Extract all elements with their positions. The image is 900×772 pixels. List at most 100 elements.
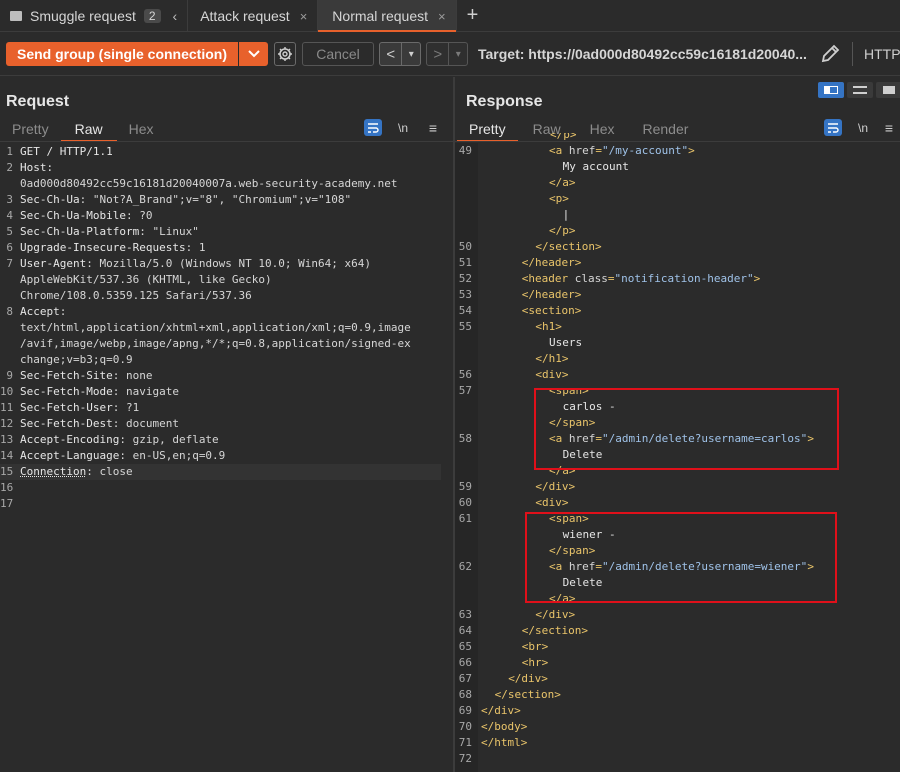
- response-title: Response: [466, 93, 543, 110]
- line-text: <header class="notification-header">: [521, 272, 761, 285]
- response-line[interactable]: 70 </body>: [455, 719, 900, 735]
- request-line[interactable]: /avif,image/webp,image/apng,*/*;q=0.8,ap…: [0, 336, 441, 352]
- request-line[interactable]: AppleWebKit/537.36 (KHTML, like Gecko): [0, 272, 441, 288]
- tab-normal-request[interactable]: Normal request ×: [318, 0, 457, 32]
- response-line[interactable]: 51 </header>: [455, 255, 900, 271]
- request-line[interactable]: 4 Sec-Ch-Ua-Mobile: ?0: [0, 208, 441, 224]
- request-line[interactable]: 5 Sec-Ch-Ua-Platform: "Linux": [0, 224, 441, 240]
- close-icon[interactable]: ×: [300, 9, 308, 24]
- request-line[interactable]: 12 Sec-Fetch-Dest: document: [0, 416, 441, 432]
- response-line[interactable]: 56 <div>: [455, 367, 900, 383]
- request-line[interactable]: 9 Sec-Fetch-Site: none: [0, 368, 441, 384]
- line-text: Chrome/108.0.5359.125 Safari/537.36: [20, 289, 252, 302]
- request-line[interactable]: 3 Sec-Ch-Ua: "Not?A_Brand";v="8", "Chromi…: [0, 192, 441, 208]
- request-line[interactable]: 17: [0, 496, 441, 512]
- send-options-dropdown[interactable]: [239, 42, 268, 66]
- history-forward-button[interactable]: > ▾: [426, 42, 468, 66]
- back-dropdown-icon[interactable]: ▾: [402, 43, 420, 65]
- request-line[interactable]: 2 Host:: [0, 160, 441, 176]
- response-line[interactable]: 52 <header class="notification-header">: [455, 271, 900, 287]
- line-text: 0ad000d80492cc59c16181d20040007a.web-sec…: [20, 177, 398, 190]
- newline-toggle-icon[interactable]: \n: [394, 119, 412, 136]
- response-line[interactable]: <p>: [455, 191, 900, 207]
- response-line[interactable]: 69 </div>: [455, 703, 900, 719]
- request-line[interactable]: 6 Upgrade-Insecure-Requests: 1: [0, 240, 441, 256]
- add-tab-icon[interactable]: +: [457, 0, 489, 31]
- line-text: Host:: [20, 161, 54, 174]
- line-number: 65: [458, 640, 472, 653]
- chevron-left-icon[interactable]: ‹: [173, 8, 178, 24]
- line-number: 2: [6, 161, 13, 174]
- tab-attack-request[interactable]: Attack request ×: [188, 0, 319, 32]
- request-line[interactable]: 7 User-Agent: Mozilla/5.0 (Windows NT 10.…: [0, 256, 441, 272]
- tab-label: Smuggle request: [30, 8, 136, 24]
- response-line[interactable]: 59 </div>: [455, 479, 900, 495]
- response-line[interactable]: 68 </section>: [455, 687, 900, 703]
- tab-smuggle-request[interactable]: Smuggle request 2 ‹: [0, 0, 189, 32]
- response-line[interactable]: 72: [455, 751, 900, 767]
- request-line[interactable]: change;v=b3;q=0.9: [0, 352, 441, 368]
- tab-raw[interactable]: Raw: [60, 119, 117, 142]
- request-line[interactable]: 8 Accept:: [0, 304, 441, 320]
- line-text: </a>: [549, 176, 576, 189]
- line-text: <div>: [535, 496, 569, 509]
- http-version-label[interactable]: HTTP/: [864, 46, 900, 62]
- divider: [0, 141, 453, 142]
- request-line[interactable]: 1 GET / HTTP/1.1: [0, 144, 441, 160]
- request-line[interactable]: 10 Sec-Fetch-Mode: navigate: [0, 384, 441, 400]
- close-icon[interactable]: ×: [438, 9, 446, 24]
- line-number: 54: [458, 304, 472, 317]
- request-line[interactable]: 15 Connection: close: [0, 464, 441, 480]
- response-line[interactable]: 64 </section>: [455, 623, 900, 639]
- folder-icon: [10, 11, 22, 21]
- line-number: 49: [458, 144, 472, 157]
- response-line[interactable]: 66 <hr>: [455, 655, 900, 671]
- response-line[interactable]: |: [455, 207, 900, 223]
- request-line[interactable]: 11 Sec-Fetch-User: ?1: [0, 400, 441, 416]
- response-line[interactable]: 50 </section>: [455, 239, 900, 255]
- request-line[interactable]: text/html,application/xhtml+xml,applicat…: [0, 320, 441, 336]
- forward-dropdown-icon[interactable]: ▾: [449, 43, 467, 65]
- request-line[interactable]: 0ad000d80492cc59c16181d20040007a.web-sec…: [0, 176, 441, 192]
- response-line[interactable]: 71 </html>: [455, 735, 900, 751]
- layout-stacked-icon[interactable]: [847, 82, 873, 98]
- layout-tabs-icon[interactable]: [876, 82, 900, 98]
- settings-button[interactable]: [274, 42, 296, 66]
- history-back-button[interactable]: < ▾: [379, 42, 421, 66]
- tab-hex[interactable]: Hex: [117, 119, 166, 141]
- request-line[interactable]: 16: [0, 480, 441, 496]
- response-line[interactable]: 60 <div>: [455, 495, 900, 511]
- response-line[interactable]: </p>: [455, 223, 900, 239]
- line-number: 12: [0, 417, 14, 430]
- line-text: Sec-Fetch-User: ?1: [20, 401, 140, 414]
- cancel-button[interactable]: Cancel: [302, 42, 374, 66]
- response-line[interactable]: </a>: [455, 175, 900, 191]
- request-line[interactable]: 14 Accept-Language: en-US,en;q=0.9: [0, 448, 441, 464]
- send-group-button[interactable]: Send group (single connection): [6, 42, 238, 66]
- line-number: 70: [458, 720, 472, 733]
- response-line[interactable]: 63 </div>: [455, 607, 900, 623]
- request-editor[interactable]: 1 GET / HTTP/1.1 2 Host: 0ad000d80492cc59c16…: [0, 144, 441, 512]
- forward-icon[interactable]: >: [427, 43, 448, 65]
- line-text: Users: [549, 336, 583, 349]
- layout-side-by-side-icon[interactable]: [818, 82, 844, 98]
- response-line[interactable]: 55 <h1>: [455, 319, 900, 335]
- tab-pretty[interactable]: Pretty: [0, 119, 61, 141]
- line-number: 71: [458, 736, 472, 749]
- response-line[interactable]: 65 <br>: [455, 639, 900, 655]
- response-line[interactable]: My account: [455, 159, 900, 175]
- request-line[interactable]: Chrome/108.0.5359.125 Safari/537.36: [0, 288, 441, 304]
- toolbar: Send group (single connection) Cancel < …: [0, 32, 900, 76]
- back-icon[interactable]: <: [380, 43, 401, 65]
- response-line[interactable]: 54 <section>: [455, 303, 900, 319]
- request-line[interactable]: 13 Accept-Encoding: gzip, deflate: [0, 432, 441, 448]
- pencil-icon[interactable]: [819, 43, 841, 65]
- menu-icon[interactable]: ≡: [424, 119, 442, 136]
- wrap-lines-icon[interactable]: [364, 119, 382, 136]
- response-line[interactable]: 49 <a href="/my-account">: [455, 143, 900, 159]
- response-line[interactable]: 53 </header>: [455, 287, 900, 303]
- response-line[interactable]: 67 </div>: [455, 671, 900, 687]
- response-line[interactable]: </h1>: [455, 351, 900, 367]
- line-text: </html>: [481, 736, 528, 749]
- response-line[interactable]: Users: [455, 335, 900, 351]
